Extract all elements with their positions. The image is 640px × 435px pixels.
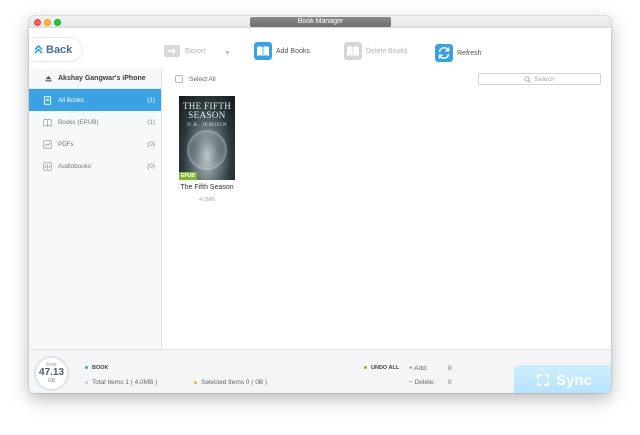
sidebar-item-label: All Books xyxy=(58,96,85,104)
undo-dot-icon xyxy=(364,366,367,370)
sync-icon xyxy=(537,374,549,386)
device-name: Akshay Gangwar's iPhone xyxy=(58,75,146,82)
add-books-label: Add Books xyxy=(276,47,310,55)
add-books-button[interactable]: Add Books xyxy=(254,42,310,60)
selected-dot-icon xyxy=(194,380,197,384)
book-dot-icon xyxy=(85,366,88,370)
audiobook-icon xyxy=(43,161,52,171)
select-all-label: Select All xyxy=(189,75,216,83)
search-placeholder: Search xyxy=(534,75,555,83)
pdf-icon xyxy=(43,139,52,149)
selected-items-text: Selected Items 0 ( 0B ) xyxy=(201,379,268,386)
export-label: Export xyxy=(185,47,206,55)
add-books-icon xyxy=(254,42,272,60)
undo-all-button[interactable]: UNDO ALL xyxy=(364,365,399,371)
delete-label: − Delete: xyxy=(409,379,436,386)
selected-items: Selected Items 0 ( 0B ) xyxy=(194,379,267,386)
sidebar-item-books-epub[interactable]: Books (EPUB) (1) xyxy=(29,111,161,133)
select-all-checkbox[interactable] xyxy=(175,75,183,83)
delete-books-icon xyxy=(344,42,362,60)
category-label: BOOK xyxy=(85,365,109,371)
sidebar-item-label: PDFs xyxy=(58,140,74,148)
sync-label: Sync xyxy=(556,371,592,389)
search-input[interactable]: Search xyxy=(478,73,601,85)
storage-indicator: Free 47.13 GB xyxy=(34,356,69,391)
sidebar-item-audiobooks[interactable]: Audiobooks (0) xyxy=(29,155,161,177)
back-label: Back xyxy=(46,43,73,56)
back-button[interactable]: Back xyxy=(29,37,83,62)
pending-add-count: + Add: 0 xyxy=(409,365,452,372)
sidebar-item-count: (1) xyxy=(147,118,155,126)
title-bar: Book Manager xyxy=(29,16,611,28)
maximize-window-button[interactable] xyxy=(54,18,61,26)
book-size: 4.0MB xyxy=(199,197,215,203)
epub-badge: EPUB xyxy=(179,172,197,180)
book-cover-artwork xyxy=(187,130,227,170)
sidebar-item-label: Audiobooks xyxy=(58,162,91,170)
close-window-button[interactable] xyxy=(34,18,41,26)
export-button[interactable]: Export xyxy=(163,42,205,60)
refresh-icon xyxy=(435,44,453,62)
book-cover[interactable]: THE FIFTH SEASON N.K. JEMISIN EPUB xyxy=(179,96,235,180)
book-cover-author: N.K. JEMISIN xyxy=(186,122,228,128)
sidebar-item-label: Books (EPUB) xyxy=(58,118,99,126)
delete-value: 0 xyxy=(448,379,452,386)
refresh-button[interactable]: Refresh xyxy=(435,44,482,62)
pending-delete-count: − Delete: 0 xyxy=(409,379,452,386)
select-all-control[interactable]: Select All xyxy=(175,75,216,83)
export-dropdown-caret-icon[interactable]: ▼ xyxy=(224,50,231,57)
delete-books-button[interactable]: Delete Books xyxy=(344,42,408,60)
sidebar-item-pdfs[interactable]: PDFs (0) xyxy=(29,133,161,155)
search-icon xyxy=(524,75,531,83)
refresh-label: Refresh xyxy=(457,49,482,57)
sidebar: Akshay Gangwar's iPhone All Books (1) Bo… xyxy=(29,69,162,349)
double-chevron-up-icon xyxy=(34,45,43,54)
sidebar-item-count: (0) xyxy=(147,140,155,148)
status-bar: Free 47.13 GB BOOK Total Items 1 ( 4.0MB… xyxy=(29,349,611,393)
storage-unit: GB xyxy=(47,378,56,384)
storage-value: 47.13 xyxy=(38,367,65,378)
total-items: Total Items 1 ( 4.0MB ) xyxy=(85,379,157,386)
book-list-area: Select All Search THE FIFTH SEASON N.K. … xyxy=(163,69,611,349)
window-title: Book Manager xyxy=(250,17,391,27)
undo-all-label: UNDO ALL xyxy=(371,365,400,371)
add-value: 0 xyxy=(448,365,452,372)
book-manager-window: Book Manager Back Export ▼ Add Books Del… xyxy=(29,16,611,393)
device-header[interactable]: Akshay Gangwar's iPhone xyxy=(29,69,161,89)
sync-button[interactable]: Sync xyxy=(514,365,611,393)
total-items-text: Total Items 1 ( 4.0MB ) xyxy=(92,379,158,386)
total-dot-icon xyxy=(85,380,88,384)
export-icon xyxy=(164,45,180,57)
sidebar-item-all-books[interactable]: All Books (1) xyxy=(29,89,161,111)
book-cover-title: THE FIFTH SEASON xyxy=(182,101,232,120)
eject-icon[interactable] xyxy=(45,75,52,82)
delete-books-label: Delete Books xyxy=(366,47,408,55)
book-title: The Fifth Season xyxy=(180,184,234,191)
minimize-window-button[interactable] xyxy=(44,18,51,26)
book-item[interactable]: THE FIFTH SEASON N.K. JEMISIN EPUB The F… xyxy=(179,96,235,203)
book-icon xyxy=(43,95,52,105)
add-label: + Add: xyxy=(409,365,428,372)
sidebar-item-count: (1) xyxy=(147,96,155,104)
open-book-icon xyxy=(43,118,52,127)
category-text: BOOK xyxy=(92,365,109,371)
sidebar-item-count: (0) xyxy=(147,162,155,170)
